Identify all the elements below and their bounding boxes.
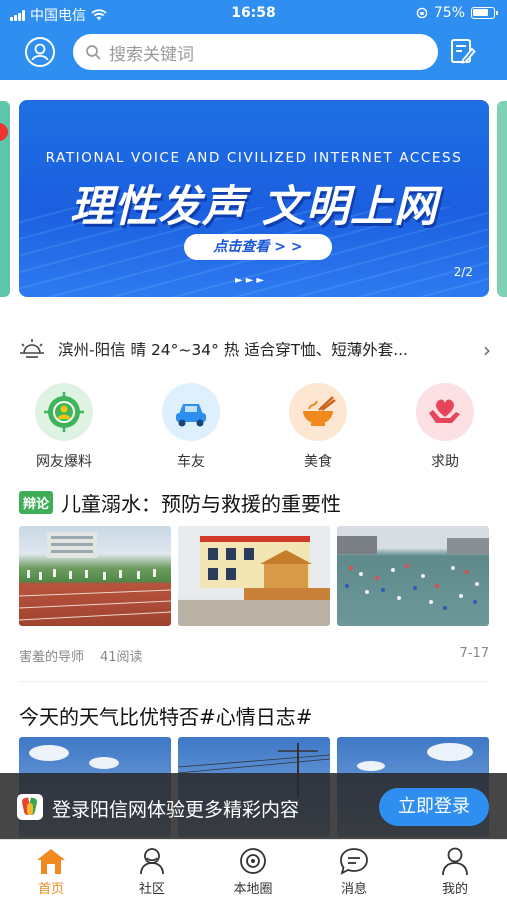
article-image[interactable] [337,526,489,626]
search-icon [86,45,101,60]
category-tag: 辩论 [19,490,54,514]
search-placeholder: 搜索关键词 [109,44,194,65]
app-logo [17,794,43,820]
status-right: 75% [416,5,498,21]
quick-link-label: 车友 [177,454,205,470]
battery-icon [471,7,498,19]
compose-icon [451,39,476,64]
tab-label: 消息 [340,882,367,897]
article-author[interactable]: 害羞的导师 [19,650,84,665]
article-date: 7-17 [459,646,489,661]
car-icon [162,383,220,441]
banner-chinese-slogan: 理性发声 文明上网 [70,182,438,232]
article-reads: 41阅读 [100,650,143,665]
banner-page-indicator: 2/2 [453,265,473,279]
login-prompt-message: 登录阳信网体验更多精彩内容 [52,799,300,821]
hands-heart-icon [416,383,474,441]
tab-profile[interactable]: 我的 [415,846,495,897]
search-box[interactable]: 搜索关键词 [73,34,438,70]
promo-banner[interactable]: RATIONAL VOICE AND CIVILIZED INTERNET AC… [19,100,489,297]
weather-row[interactable]: 滨州-阳信 晴 24°~34° 热 适合穿T恤、短薄外套... › [18,334,493,364]
banner-cta-button[interactable]: 点击查看 > > [184,234,332,260]
divider [19,681,489,682]
quick-link-qiuzhu[interactable]: 求助 [410,383,480,471]
bottom-tab-bar: 首页 社区 本地圈 消息 我的 [0,839,507,900]
banner-arrows: ►►► [235,275,268,286]
battery-percent: 75% [433,5,465,21]
post-button[interactable] [447,36,477,66]
noodle-bowl-icon [289,383,347,441]
quick-link-cheyou[interactable]: 车友 [156,383,226,471]
tab-label: 我的 [441,882,468,897]
user-target-icon [35,383,93,441]
quick-link-label: 美食 [304,454,332,470]
status-bar: 中国电信 16:58 75% [0,0,507,28]
banner-prev-peek[interactable] [0,101,10,297]
banner-next-peek[interactable] [497,101,507,297]
tab-community[interactable]: 社区 [112,846,192,897]
quick-link-baoliao[interactable]: 网友爆料 [29,383,99,471]
header: 中国电信 16:58 75% 搜索关键词 [0,0,507,80]
rotation-lock-icon [416,7,428,19]
weather-text: 滨州-阳信 晴 24°~34° 热 适合穿T恤、短薄外套... [58,341,408,359]
home-icon [37,849,65,874]
tab-label: 社区 [138,882,165,897]
chevron-right-icon: › [483,338,491,362]
quick-link-label: 求助 [431,454,459,470]
article-title: 儿童溺水：预防与救援的重要性 [61,491,342,516]
quick-link-meishi[interactable]: 美食 [283,383,353,471]
article-title-row[interactable]: 辩论 儿童溺水：预防与救援的重要性 [19,488,489,516]
local-circle-icon [240,848,266,874]
tab-label: 首页 [37,882,64,897]
message-icon [340,848,368,875]
banner-english-slogan: RATIONAL VOICE AND CIVILIZED INTERNET AC… [45,150,463,166]
article-meta: 害羞的导师 41阅读 [19,646,143,665]
article-title[interactable]: 今天的天气比优特否#心情日志# [19,701,313,730]
user-avatar-button[interactable] [25,37,55,67]
tab-messages[interactable]: 消息 [314,846,394,897]
tab-home[interactable]: 首页 [11,846,91,897]
tab-local-circle[interactable]: 本地圈 [213,846,293,897]
login-button[interactable]: 立即登录 [379,788,489,826]
article-image[interactable] [178,526,330,626]
article-image[interactable] [19,526,171,626]
tab-label: 本地圈 [233,882,273,897]
sun-icon [20,339,44,358]
login-prompt-bar: 登录阳信网体验更多精彩内容 立即登录 [0,773,507,839]
quick-link-label: 网友爆料 [36,454,92,470]
profile-icon [442,847,468,876]
community-icon [140,848,164,875]
user-icon [31,43,49,61]
